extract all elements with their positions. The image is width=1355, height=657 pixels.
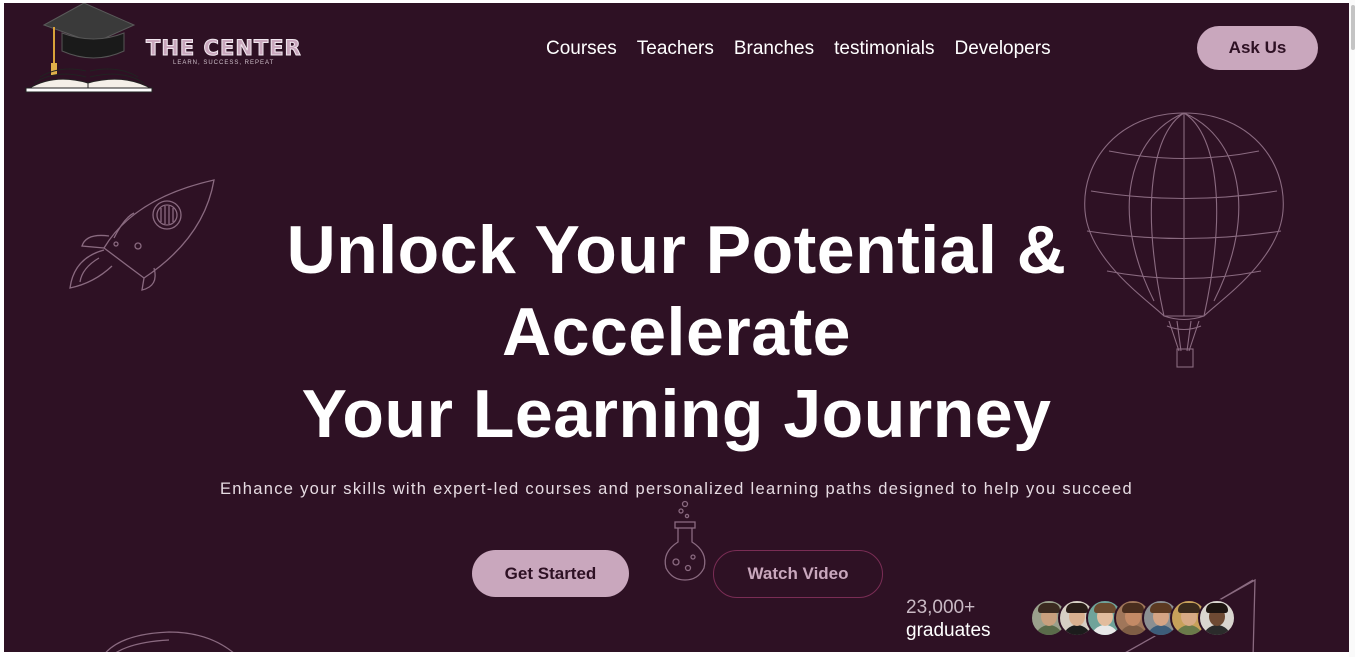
hero-title-line-1: Unlock Your Potential & (286, 212, 1067, 288)
nav-link-teachers[interactable]: Teachers (637, 38, 714, 60)
graduates-count: 23,000+ (906, 597, 976, 618)
avatar-body (1119, 625, 1147, 635)
hero-title-line-2: Accelerate (501, 294, 852, 370)
avatar-body (1175, 625, 1203, 635)
avatar-hair (1122, 603, 1144, 613)
avatar-hair (1094, 603, 1116, 613)
nav-link-testimonials[interactable]: testimonials (834, 38, 934, 60)
avatar-body (1147, 625, 1175, 635)
hero-title-line-3: Your Learning Journey (301, 376, 1052, 452)
hero-title: Unlock Your Potential & Accelerate Your … (4, 209, 1349, 455)
nav-link-courses[interactable]: Courses (546, 38, 617, 60)
logo[interactable]: THE CENTER LEARN, SUCCESS, REPEAT (24, 3, 301, 98)
flask-icon (664, 500, 706, 581)
graduate-avatars (1030, 599, 1236, 637)
avatar-body (1063, 625, 1091, 635)
avatar-body (1091, 625, 1119, 635)
hero-section: THE CENTER LEARN, SUCCESS, REPEAT Course… (4, 3, 1349, 652)
avatar-hair (1178, 603, 1200, 613)
avatar-hair (1066, 603, 1088, 613)
brand-title: THE CENTER (146, 36, 302, 61)
nav-link-branches[interactable]: Branches (734, 38, 814, 60)
graduates-label: graduates (906, 620, 991, 641)
get-started-button[interactable]: Get Started (472, 550, 629, 597)
avatar-hair (1038, 603, 1060, 613)
hero-subtitle: Enhance your skills with expert-led cour… (219, 480, 1133, 498)
avatar-hair (1206, 603, 1228, 613)
avatar-body (1035, 625, 1063, 635)
avatar-body (1203, 625, 1231, 635)
ask-us-button[interactable]: Ask Us (1197, 26, 1318, 70)
scrollbar-thumb[interactable] (1351, 5, 1355, 50)
main-nav: Courses Teachers Branches testimonials D… (546, 38, 1071, 60)
brand-tagline: LEARN, SUCCESS, REPEAT (173, 60, 275, 66)
watch-video-button[interactable]: Watch Video (713, 550, 883, 598)
graduate-avatar (1198, 599, 1236, 637)
avatar-hair (1150, 603, 1172, 613)
decorative-doodle-icon (105, 631, 234, 652)
scrollbar-track[interactable] (1349, 0, 1355, 657)
nav-link-developers[interactable]: Developers (954, 38, 1050, 60)
